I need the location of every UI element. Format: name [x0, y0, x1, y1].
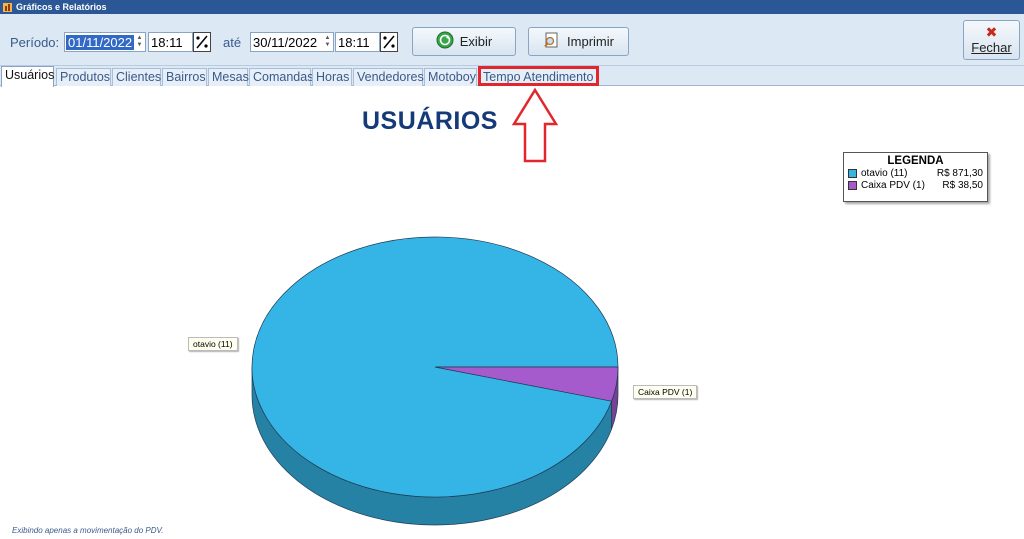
legend-item-name: Caixa PDV (1) — [861, 179, 925, 191]
legend-item: Caixa PDV (1) R$ 38,50 — [844, 179, 987, 191]
tab-highlight-box — [478, 66, 599, 86]
legend-item: otavio (11) R$ 871,30 — [844, 167, 987, 179]
pie-label-caixa-pdv: Caixa PDV (1) — [633, 385, 698, 399]
pie-label-otavio: otavio (11) — [188, 337, 238, 351]
legend-title: LEGENDA — [887, 155, 944, 167]
legend-item-value: R$ 38,50 — [942, 179, 983, 191]
chart-legend: LEGENDA otavio (11) R$ 871,30 Caixa PDV … — [843, 152, 988, 202]
tab-usuarios[interactable]: Usuários — [1, 66, 54, 87]
footer-note: Exibindo apenas a movimentação do PDV. — [12, 526, 164, 535]
legend-item-name: otavio (11) — [861, 167, 908, 179]
legend-swatch — [848, 168, 857, 178]
legend-item-value: R$ 871,30 — [936, 167, 983, 179]
legend-swatch — [848, 180, 857, 190]
